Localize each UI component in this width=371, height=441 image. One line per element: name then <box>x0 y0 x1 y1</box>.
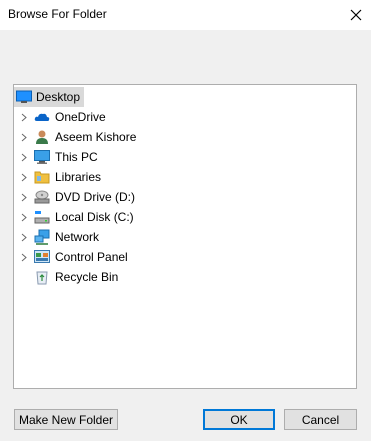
tree-item-libraries[interactable]: Libraries <box>14 167 356 187</box>
chevron-right-icon[interactable] <box>20 167 28 187</box>
tree-item-dvd-drive[interactable]: DVD Drive (D:) <box>14 187 356 207</box>
local-disk-icon <box>34 209 50 225</box>
close-button[interactable] <box>341 0 371 30</box>
folder-tree[interactable]: Desktop OneDrive Aseem Kishore This PC L… <box>13 84 357 389</box>
user-folder-icon <box>34 129 50 145</box>
recycle-bin-icon <box>34 269 50 285</box>
chevron-right-icon[interactable] <box>20 127 28 147</box>
chevron-right-icon[interactable] <box>20 187 28 207</box>
title-bar: Browse For Folder <box>0 0 371 30</box>
tree-item-label: Aseem Kishore <box>55 130 137 144</box>
tree-item-label: Local Disk (C:) <box>55 210 134 224</box>
tree-item-label: This PC <box>55 150 98 164</box>
dvd-drive-icon <box>34 189 50 205</box>
libraries-icon <box>34 169 50 185</box>
chevron-right-icon[interactable] <box>20 147 28 167</box>
tree-item-onedrive[interactable]: OneDrive <box>14 107 356 127</box>
desktop-icon <box>16 89 32 105</box>
control-panel-icon <box>34 249 50 265</box>
chevron-right-icon[interactable] <box>20 107 28 127</box>
tree-item-this-pc[interactable]: This PC <box>14 147 356 167</box>
window-title: Browse For Folder <box>8 7 107 21</box>
computer-icon <box>34 149 50 165</box>
tree-item-label: Desktop <box>36 90 81 104</box>
tree-item-label: Libraries <box>55 170 102 184</box>
chevron-right-icon[interactable] <box>20 247 28 267</box>
tree-item-desktop[interactable]: Desktop <box>14 87 356 107</box>
chevron-right-icon[interactable] <box>20 227 28 247</box>
ok-button[interactable]: OK <box>203 409 275 430</box>
network-icon <box>34 229 50 245</box>
close-icon <box>350 9 362 21</box>
tree-item-label: OneDrive <box>55 110 106 124</box>
tree-item-label: Control Panel <box>55 250 128 264</box>
tree-item-network[interactable]: Network <box>14 227 356 247</box>
tree-item-control-panel[interactable]: Control Panel <box>14 247 356 267</box>
tree-item-label: DVD Drive (D:) <box>55 190 135 204</box>
tree-item-label: Recycle Bin <box>55 270 119 284</box>
tree-item-label: Network <box>55 230 100 244</box>
tree-item-recycle-bin[interactable]: Recycle Bin <box>14 267 356 287</box>
chevron-right-icon[interactable] <box>20 207 28 227</box>
onedrive-icon <box>34 109 50 125</box>
tree-item-user[interactable]: Aseem Kishore <box>14 127 356 147</box>
cancel-button[interactable]: Cancel <box>284 409 357 430</box>
make-new-folder-button[interactable]: Make New Folder <box>14 409 118 430</box>
tree-item-local-disk[interactable]: Local Disk (C:) <box>14 207 356 227</box>
